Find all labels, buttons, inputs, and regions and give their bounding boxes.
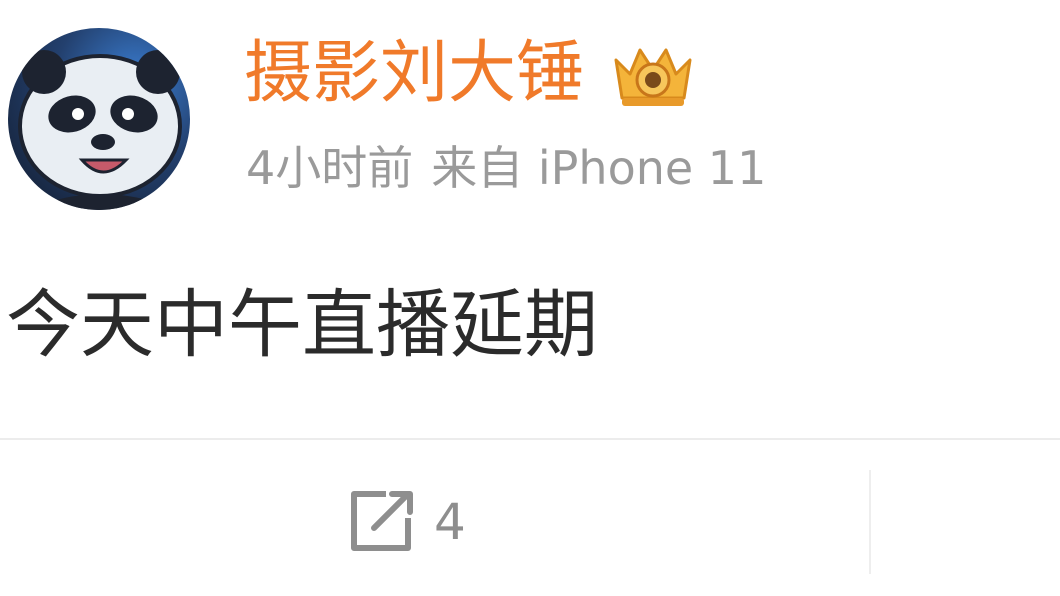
crown-badge-icon[interactable] [608,40,698,112]
post-content: 今天中午直播延期 [6,282,598,368]
username[interactable]: 摄影刘大锤 [244,32,584,116]
weibo-post: 摄影刘大锤 4小时前 来自 iPhone 11 今天中午直播延期 4 [0,0,1060,596]
action-separator [869,470,871,574]
panda-avatar-image [18,50,182,210]
post-source: 来自 iPhone 11 [431,141,767,195]
repost-button[interactable]: 4 [346,488,466,556]
post-meta: 4小时前 来自 iPhone 11 [246,140,766,196]
share-icon [351,491,413,551]
avatar[interactable] [8,28,190,210]
repost-count: 4 [434,493,466,551]
post-time: 4小时前 [246,141,414,195]
action-bar: 4 [0,440,1060,596]
